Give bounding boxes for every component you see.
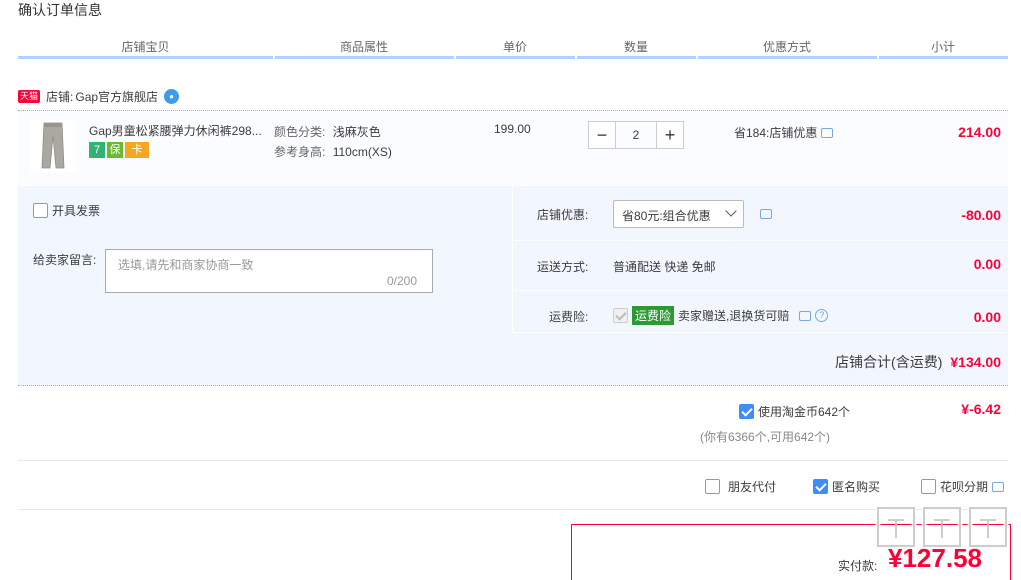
attr-label: 颜色分类: xyxy=(274,125,326,139)
coin-option: 使用淘金币642个 xyxy=(739,403,850,420)
panel-column-divider xyxy=(512,186,513,333)
insurance-checkbox[interactable] xyxy=(613,308,628,323)
coin-discount-amount: ¥-6.42 xyxy=(961,401,1001,417)
col-header-quantity: 数量 xyxy=(623,40,648,54)
shop-total-label: 店铺合计(含运费) xyxy=(835,354,943,370)
huabei-label: 花呗分期 xyxy=(940,480,989,494)
attr-value: 110cm(XS) xyxy=(332,145,392,159)
col-header-subtotal: 小计 xyxy=(930,40,955,54)
item-attribute-color: 颜色分类: 浅麻灰色 xyxy=(274,123,381,140)
invoice-label: 开具发票 xyxy=(52,204,101,218)
shipping-label: 运送方式: xyxy=(537,260,589,274)
section-divider xyxy=(18,509,1008,510)
shipping-method: 普通配送 快递 免邮 xyxy=(613,260,716,274)
shop-name-link[interactable]: Gap官方旗舰店 xyxy=(75,88,158,105)
item-attribute-height: 参考身高: 110cm(XS) xyxy=(274,143,392,160)
col-header-shop-item: 店铺宝贝 xyxy=(121,40,170,54)
seven-day-return-icon[interactable]: 7 xyxy=(89,142,105,158)
message-label: 给卖家留言: xyxy=(33,253,97,267)
header-divider xyxy=(456,56,575,59)
shipping-amount: 0.00 xyxy=(973,256,1001,272)
tmall-badge: 天猫 xyxy=(18,90,41,103)
shop-header: 天猫 店铺: Gap官方旗舰店 ● xyxy=(18,88,180,105)
col-header-discount: 优惠方式 xyxy=(762,40,811,54)
insurance-tag: 运费险 xyxy=(632,306,675,325)
chat-bubble-icon[interactable]: ● xyxy=(164,89,180,104)
discount-text: 省184:店铺优惠 xyxy=(734,126,818,140)
quantity-input[interactable]: 2 xyxy=(616,121,656,149)
unit-price: 199.00 xyxy=(494,122,531,136)
shop-discount-select[interactable]: 省80元:组合优惠 xyxy=(613,200,744,228)
friend-pay-option: 朋友代付 xyxy=(705,478,776,495)
use-coins-checkbox[interactable] xyxy=(739,404,754,419)
watermark-logo xyxy=(875,505,1009,549)
decrease-quantity-button[interactable]: − xyxy=(588,121,616,149)
chevron-down-icon xyxy=(725,205,737,217)
product-thumbnail[interactable] xyxy=(30,120,76,172)
friend-pay-label: 朋友代付 xyxy=(728,480,777,494)
shop-total: 店铺合计(含运费) ¥134.00 xyxy=(835,352,1001,372)
header-divider xyxy=(577,56,696,59)
header-divider xyxy=(18,56,273,59)
shop-discount-selected: 省80元:组合优惠 xyxy=(622,209,711,223)
service-icons: 7 保 卡 xyxy=(89,142,149,158)
header-divider xyxy=(698,56,877,59)
anonymous-option: 匿名购买 xyxy=(813,478,880,495)
guarantee-icon[interactable]: 保 xyxy=(107,142,123,158)
shop-discount-label: 店铺优惠: xyxy=(537,208,589,222)
info-bubble-icon[interactable] xyxy=(799,310,812,321)
insurance-option: 运费险 卖家赠送,退换货可赔 ? xyxy=(613,306,829,325)
increase-quantity-button[interactable]: + xyxy=(656,121,684,149)
huabei-checkbox[interactable] xyxy=(921,479,936,494)
info-bubble-icon[interactable] xyxy=(821,127,834,138)
huabei-option: 花呗分期 xyxy=(921,478,1005,495)
message-placeholder: 选填,请先和商家协商一致 xyxy=(118,258,254,272)
attr-label: 参考身高: xyxy=(274,145,326,159)
col-header-attributes: 商品属性 xyxy=(339,40,388,54)
insurance-amount: 0.00 xyxy=(973,309,1001,325)
help-icon[interactable]: ? xyxy=(815,309,829,322)
info-bubble-icon[interactable] xyxy=(760,209,772,219)
invoice-checkbox[interactable] xyxy=(33,203,48,218)
insurance-text: 卖家赠送,退换货可赔 xyxy=(678,309,790,323)
shop-total-amount: ¥134.00 xyxy=(950,354,1001,370)
info-bubble-icon[interactable] xyxy=(992,481,1005,492)
anonymous-label: 匿名购买 xyxy=(832,480,881,494)
invoice-option: 开具发票 xyxy=(33,202,100,219)
shop-discount-amount: -80.00 xyxy=(961,207,1001,223)
header-divider xyxy=(275,56,454,59)
use-coins-label: 使用淘金币642个 xyxy=(758,405,851,419)
shop-total-divider xyxy=(18,385,1008,386)
quantity-stepper: − 2 + xyxy=(588,121,684,149)
item-subtotal: 214.00 xyxy=(958,124,1001,140)
message-char-count: 0/200 xyxy=(387,274,418,288)
shop-label: 店铺: xyxy=(46,90,74,104)
anonymous-checkbox[interactable] xyxy=(813,479,828,494)
coin-balance: (你有6366个,可用642个) xyxy=(700,430,831,444)
header-divider xyxy=(879,56,1008,59)
product-title-link[interactable]: Gap男童松紧腰弹力休闲裤298... xyxy=(89,122,271,139)
page-title: 确认订单信息 xyxy=(18,2,102,18)
friend-pay-checkbox[interactable] xyxy=(705,479,720,494)
section-divider xyxy=(18,460,1008,461)
item-discount: 省184:店铺优惠 xyxy=(734,124,834,141)
credit-card-icon[interactable]: 卡 xyxy=(125,142,149,158)
col-header-unit-price: 单价 xyxy=(502,40,527,54)
insurance-label: 运费险: xyxy=(549,310,589,324)
attr-value: 浅麻灰色 xyxy=(332,125,381,139)
